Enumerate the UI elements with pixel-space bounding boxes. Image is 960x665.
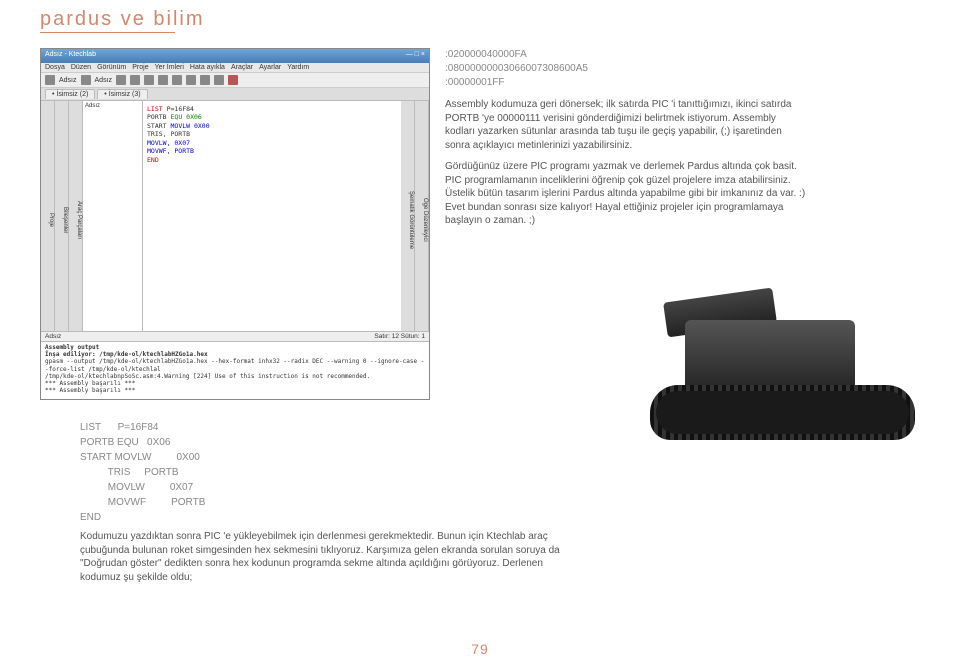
- new-icon[interactable]: [45, 75, 55, 85]
- robot-photo: [625, 290, 925, 455]
- output-panel: Assembly output İnşa ediliyor: /tmp/kde-…: [41, 341, 429, 400]
- menu-item[interactable]: Görünüm: [97, 64, 126, 71]
- code-line: START MOVLW 0X00: [80, 450, 205, 465]
- code-line: END: [80, 510, 205, 525]
- copy-icon[interactable]: [186, 75, 196, 85]
- cut-icon[interactable]: [172, 75, 182, 85]
- menu-item[interactable]: Düzen: [71, 64, 91, 71]
- window-titlebar: Adsız - Ktechlab — □ ×: [41, 49, 429, 63]
- status-bar: Adsız Satır: 12 Sütun: 1: [41, 331, 429, 341]
- save-icon[interactable]: [116, 75, 126, 85]
- paragraph: Kodumuzu yazdıktan sonra PIC 'e yükleyeb…: [80, 530, 570, 584]
- article-text-body: Kodumuzu yazdıktan sonra PIC 'e yükleyeb…: [80, 530, 570, 584]
- menu-item[interactable]: Araçlar: [231, 64, 253, 71]
- menu-item[interactable]: Ayarlar: [259, 64, 281, 71]
- menubar: Dosya Düzen Görünüm Proje Yer İmleri Hat…: [41, 63, 429, 73]
- status-right: Satır: 12 Sütun: 1: [374, 333, 425, 340]
- menu-item[interactable]: Hata ayıkla: [190, 64, 225, 71]
- left-sidebar-proje[interactable]: Proje: [41, 101, 55, 331]
- app-screenshot: Adsız - Ktechlab — □ × Dosya Düzen Görün…: [40, 48, 430, 400]
- find-icon[interactable]: [214, 75, 224, 85]
- status-left: Adsız: [45, 333, 61, 340]
- tab[interactable]: • İsimsiz (2): [45, 89, 95, 99]
- window-controls[interactable]: — □ ×: [406, 51, 425, 61]
- rocket-icon[interactable]: [228, 75, 238, 85]
- header-underline: [40, 32, 175, 33]
- menu-item[interactable]: Dosya: [45, 64, 65, 71]
- menu-item[interactable]: Yer İmleri: [155, 64, 184, 71]
- output-line: *** Assembly başarılı ***: [45, 380, 425, 387]
- new-icon[interactable]: [81, 75, 91, 85]
- side-panel: Adsız: [83, 101, 143, 331]
- left-sidebar-bilesenler[interactable]: Bileşenler: [55, 101, 69, 331]
- hex-line: :00000001FF: [445, 76, 807, 90]
- robot-track: [650, 385, 915, 440]
- window-title: Adsız - Ktechlab: [45, 51, 96, 61]
- toolbar: Adsız Adsız: [41, 73, 429, 88]
- page-number: 79: [0, 641, 960, 657]
- code-listing: LIST P=16F84 PORTB EQU 0X06 START MOVLW …: [80, 420, 205, 525]
- page-title: pardus ve bilim: [40, 8, 205, 31]
- code-line: PORTB EQU 0X06: [80, 435, 205, 450]
- robot-body: [685, 320, 855, 395]
- toolbar-label: Adsız: [95, 77, 113, 84]
- menu-item[interactable]: Yardım: [287, 64, 309, 71]
- output-title: Assembly output: [45, 344, 425, 351]
- menu-item[interactable]: Proje: [132, 64, 148, 71]
- left-sidebar-arac[interactable]: Araç Parçaları: [69, 101, 83, 331]
- code-line: MOVLW 0X07: [80, 480, 205, 495]
- right-sidebar-oge[interactable]: Öge Düzenleyici: [415, 101, 429, 331]
- paragraph: Assembly kodumuza geri dönersek; ilk sat…: [445, 98, 807, 152]
- code-line: TRIS PORTB: [80, 465, 205, 480]
- toolbar-label: Adsız: [59, 77, 77, 84]
- output-line: *** Assembly başarılı ***: [45, 387, 425, 394]
- paste-icon[interactable]: [200, 75, 210, 85]
- code-line: MOVWF PORTB: [80, 495, 205, 510]
- paragraph: Gördüğünüz üzere PIC programı yazmak ve …: [445, 160, 807, 228]
- redo-icon[interactable]: [158, 75, 168, 85]
- side-panel-title: Adsız: [85, 103, 140, 109]
- tab-bar: • İsimsiz (2) • İsimsiz (3): [41, 88, 429, 101]
- hex-line: :08000000003066007308600A5: [445, 62, 807, 76]
- article-text-right: :020000040000FA :08000000003066007308600…: [445, 48, 807, 228]
- output-line: /tmp/kde-ol/ktechlabnpSoSc.asm:4.Warning…: [45, 373, 425, 380]
- code-editor[interactable]: LIST P=16F84 PORTB EQU 0X06 START MOVLW …: [143, 101, 401, 331]
- print-icon[interactable]: [130, 75, 140, 85]
- code-line: LIST P=16F84: [80, 420, 205, 435]
- tab[interactable]: • İsimsiz (3): [97, 89, 147, 99]
- hex-line: :020000040000FA: [445, 48, 807, 62]
- right-sidebar-sem[interactable]: Şematik Görüntüleme: [401, 101, 415, 331]
- undo-icon[interactable]: [144, 75, 154, 85]
- output-line: İnşa ediliyor: /tmp/kde-ol/ktechlabHZGo1…: [45, 351, 425, 358]
- output-line: gpasm --output /tmp/kde-ol/ktechlabHZGo1…: [45, 358, 425, 372]
